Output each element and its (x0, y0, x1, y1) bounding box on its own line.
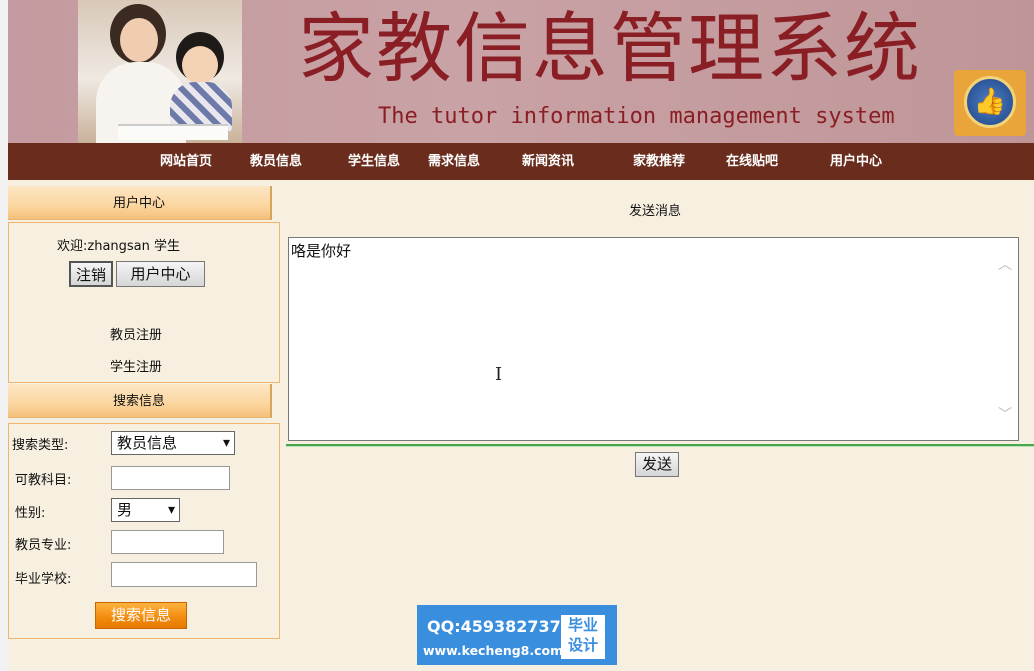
site-subtitle: The tutor information management system (378, 104, 895, 129)
user-center-box: 欢迎:zhangsan 学生 注销 用户中心 教员注册 学生注册 (8, 222, 280, 383)
scroll-down-icon[interactable]: ﹀ (998, 404, 1012, 424)
gender-select[interactable]: 男 ▾ (111, 498, 180, 522)
nav-teacher-info[interactable]: 教员信息 (250, 143, 302, 180)
search-submit-button[interactable]: 搜索信息 (95, 602, 187, 629)
major-input[interactable] (111, 530, 224, 554)
message-textarea[interactable]: 咯是你好 ︿ ﹀ (288, 237, 1019, 441)
search-type-select[interactable]: 教员信息 ▾ (111, 431, 235, 455)
watermark-tag: 毕业 设计 (561, 615, 605, 659)
page-heading: 发送消息 (629, 204, 682, 219)
search-type-label: 搜索类型: (12, 438, 69, 453)
subject-input[interactable] (111, 466, 230, 490)
scroll-up-icon[interactable]: ︿ (998, 254, 1012, 274)
teacher-register-link[interactable]: 教员注册 (110, 324, 162, 343)
major-label: 教员专业: (15, 538, 72, 553)
nav-news[interactable]: 新闻资讯 (522, 143, 574, 180)
nav-demand-info[interactable]: 需求信息 (428, 143, 480, 180)
search-box: 搜索类型: 教员信息 ▾ 可教科目: 性别: 男 ▾ 教员专业: 毕业学校: 搜… (8, 423, 280, 639)
chevron-down-icon: ▾ (222, 435, 230, 451)
watermark-tag-line2: 设计 (567, 636, 598, 654)
student-register-link[interactable]: 学生注册 (110, 356, 162, 375)
banner-photo (78, 0, 242, 143)
nav-home[interactable]: 网站首页 (160, 143, 212, 180)
nav-tutor-recommend[interactable]: 家教推荐 (633, 143, 685, 180)
school-label: 毕业学校: (15, 572, 72, 587)
welcome-text: 欢迎:zhangsan 学生 (57, 239, 181, 254)
left-gutter (0, 0, 8, 671)
divider-line (286, 444, 1034, 447)
main-nav: 网站首页 教员信息 学生信息 需求信息 新闻资讯 家教推荐 在线贴吧 用户中心 (8, 143, 1034, 180)
site-banner: 家教信息管理系统 The tutor information managemen… (8, 0, 1034, 143)
send-button[interactable]: 发送 (635, 452, 679, 477)
watermark-tag-line1: 毕业 (567, 616, 598, 634)
nav-user-center[interactable]: 用户中心 (830, 143, 882, 180)
watermark-qq: QQ:459382737 (427, 617, 561, 636)
main-panel: 发送消息 咯是你好 ︿ ﹀ 发送 I (280, 184, 1034, 671)
search-type-value: 教员信息 (117, 434, 178, 452)
nav-forum[interactable]: 在线贴吧 (726, 143, 778, 180)
logout-button[interactable]: 注销 (69, 261, 113, 287)
thumbs-up-icon: 👍 (954, 70, 1026, 136)
text-cursor-icon: I (495, 364, 503, 385)
gender-value: 男 (117, 501, 133, 519)
subject-label: 可教科目: (15, 473, 72, 488)
nav-student-info[interactable]: 学生信息 (348, 143, 400, 180)
watermark-badge: QQ:459382737 www.kecheng8.com 毕业 设计 (417, 605, 617, 665)
message-text: 咯是你好 (291, 242, 352, 260)
watermark-site: www.kecheng8.com (423, 643, 564, 658)
user-center-header: 用户中心 (8, 186, 272, 220)
site-title: 家教信息管理系统 (298, 4, 922, 93)
gender-label: 性别: (15, 506, 46, 521)
chevron-down-icon: ▾ (167, 502, 175, 518)
school-input[interactable] (111, 562, 257, 587)
user-center-button[interactable]: 用户中心 (116, 261, 205, 287)
search-header: 搜索信息 (8, 384, 272, 418)
